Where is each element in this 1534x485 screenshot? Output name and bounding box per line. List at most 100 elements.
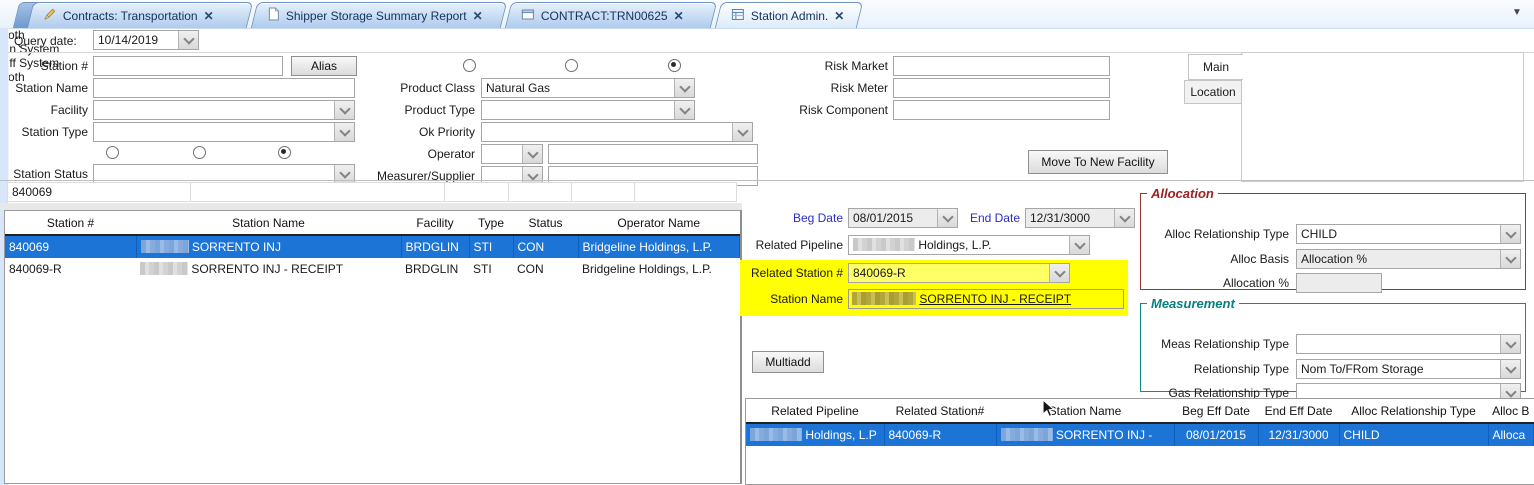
dropdown-button[interactable] [732, 123, 752, 141]
col-related-station-number[interactable]: Related Station# [884, 399, 996, 423]
dropdown-button[interactable] [1500, 250, 1520, 268]
delivery-radio[interactable] [193, 146, 206, 159]
station-type-combo[interactable] [93, 122, 355, 142]
both-system-radio[interactable] [668, 59, 681, 72]
col-station-name[interactable]: Station Name [136, 211, 401, 235]
alloc-relationship-type-combo[interactable]: CHILD [1296, 224, 1521, 244]
tab-contract-trn00625[interactable]: CONTRACT:TRN00625 ✕ [505, 2, 717, 28]
dropdown-button[interactable] [522, 145, 542, 163]
document-icon [267, 7, 280, 24]
redacted-text [141, 240, 189, 253]
station-status-combo[interactable] [93, 164, 355, 184]
col-station-number[interactable]: Station # [5, 211, 136, 235]
redacted-text [852, 292, 916, 305]
alias-button[interactable]: Alias [291, 56, 357, 76]
dropdown-button[interactable] [674, 79, 694, 97]
risk-market-input[interactable] [893, 56, 1110, 76]
product-type-combo[interactable] [481, 100, 695, 120]
operator-label: Operator [365, 144, 475, 164]
product-class-combo[interactable]: Natural Gas [481, 78, 695, 98]
cell-related-pipeline: Holdings, L.P [746, 423, 884, 446]
both-direction-radio[interactable] [278, 146, 291, 159]
dropdown-button[interactable] [1500, 360, 1520, 378]
station-name-input[interactable] [93, 78, 355, 98]
facility-combo[interactable] [93, 100, 355, 120]
dropdown-button[interactable] [334, 101, 354, 119]
col-alloc-basis[interactable]: Alloc B [1488, 399, 1534, 423]
alloc-basis-combo[interactable]: Allocation % [1296, 249, 1521, 269]
allocation-pct-input[interactable] [1296, 273, 1382, 293]
meas-relationship-type-combo[interactable] [1296, 334, 1521, 354]
move-to-new-facility-button[interactable]: Move To New Facility [1028, 150, 1168, 174]
cell-facility: BRDGLIN [401, 235, 469, 258]
end-date-label: End Date [965, 208, 1020, 228]
col-operator-name[interactable]: Operator Name [578, 211, 740, 235]
operator-name-input[interactable] [548, 144, 758, 164]
risk-meter-label: Risk Meter [770, 78, 888, 98]
dropdown-button[interactable] [1069, 236, 1089, 254]
end-date-combo[interactable]: 12/31/3000 [1025, 208, 1135, 228]
col-station-name[interactable]: Station Name [996, 399, 1174, 423]
dropdown-button[interactable] [1500, 225, 1520, 243]
col-alloc-relationship-type[interactable]: Alloc Relationship Type [1339, 399, 1488, 423]
tab-label: Station Admin. [751, 9, 828, 23]
close-icon[interactable]: ✕ [674, 10, 684, 22]
detail-station-name-field[interactable]: SORRENTO INJ - RECEIPT [848, 289, 1124, 309]
risk-market-label: Risk Market [770, 56, 888, 76]
cell-status: CON [513, 258, 578, 280]
ok-priority-combo[interactable] [481, 122, 753, 142]
dropdown-button[interactable] [178, 31, 198, 49]
multiadd-button[interactable]: Multiadd [752, 351, 824, 373]
filter-cell[interactable] [190, 182, 445, 202]
receipt-radio[interactable] [106, 146, 119, 159]
dropdown-button[interactable] [1500, 335, 1520, 353]
tab-station-admin[interactable]: Station Admin. ✕ [715, 2, 863, 28]
col-related-pipeline[interactable]: Related Pipeline [746, 399, 884, 423]
relationship-type-combo[interactable]: Nom To/FRom Storage [1296, 359, 1521, 379]
close-icon[interactable]: ✕ [473, 10, 483, 22]
related-station-row[interactable]: Holdings, L.P 840069-R SORRENTO INJ - 08… [746, 423, 1534, 446]
related-pipeline-combo[interactable]: Holdings, L.P. [848, 235, 1090, 255]
dropdown-button[interactable] [334, 123, 354, 141]
tab-inner: Shipper Storage Summary Report ✕ [255, 3, 503, 28]
tab-shipper-storage-report[interactable]: Shipper Storage Summary Report ✕ [251, 2, 507, 28]
tab-contracts-transportation[interactable]: Contracts: Transportation ✕ [27, 2, 253, 28]
filter-station-number-cell[interactable]: 840069 [7, 182, 191, 202]
dropdown-button[interactable] [1114, 209, 1134, 227]
close-icon[interactable]: ✕ [204, 10, 214, 22]
filter-cell[interactable] [571, 182, 635, 202]
relationship-type-value: Nom To/FRom Storage [1297, 360, 1500, 378]
tab-overflow-button[interactable]: ▼ [1512, 7, 1522, 18]
dropdown-button[interactable] [937, 209, 957, 227]
related-station-combo[interactable]: 840069-R [848, 263, 1070, 283]
col-beg-eff-date[interactable]: Beg Eff Date [1174, 399, 1258, 423]
filter-cell[interactable] [508, 182, 572, 202]
allocation-pct-label: Allocation % [1146, 273, 1289, 293]
side-tab-location[interactable]: Location [1184, 80, 1242, 104]
risk-meter-input[interactable] [893, 78, 1110, 98]
beg-date-combo[interactable]: 08/01/2015 [848, 208, 958, 228]
close-icon[interactable]: ✕ [834, 10, 844, 22]
filter-cell[interactable] [634, 182, 737, 202]
related-pipeline-label: Related Pipeline [745, 235, 843, 255]
ok-priority-label: Ok Priority [365, 122, 475, 142]
col-end-eff-date[interactable]: End Eff Date [1258, 399, 1339, 423]
chevron-down-icon [527, 147, 538, 158]
station-number-input[interactable] [93, 56, 283, 76]
col-status[interactable]: Status [513, 211, 578, 235]
dropdown-button[interactable] [1049, 264, 1069, 282]
filter-cell[interactable] [444, 182, 509, 202]
on-system-radio[interactable] [463, 59, 476, 72]
operator-code-combo[interactable] [481, 144, 543, 164]
off-system-radio[interactable] [565, 59, 578, 72]
station-status-label: Station Status [0, 164, 88, 184]
divider-strip [0, 203, 742, 210]
side-tab-main[interactable]: Main [1188, 54, 1243, 80]
station-row-840069[interactable]: 840069 SORRENTO INJ BRDGLIN STI CON Brid… [5, 235, 740, 258]
station-row-840069-R[interactable]: 840069-R SORRENTO INJ - RECEIPT BRDGLIN … [5, 258, 740, 280]
query-date-combo[interactable]: 10/14/2019 [93, 30, 199, 50]
col-type[interactable]: Type [469, 211, 513, 235]
col-facility[interactable]: Facility [401, 211, 469, 235]
dropdown-button[interactable] [674, 101, 694, 119]
risk-component-input[interactable] [893, 100, 1110, 120]
